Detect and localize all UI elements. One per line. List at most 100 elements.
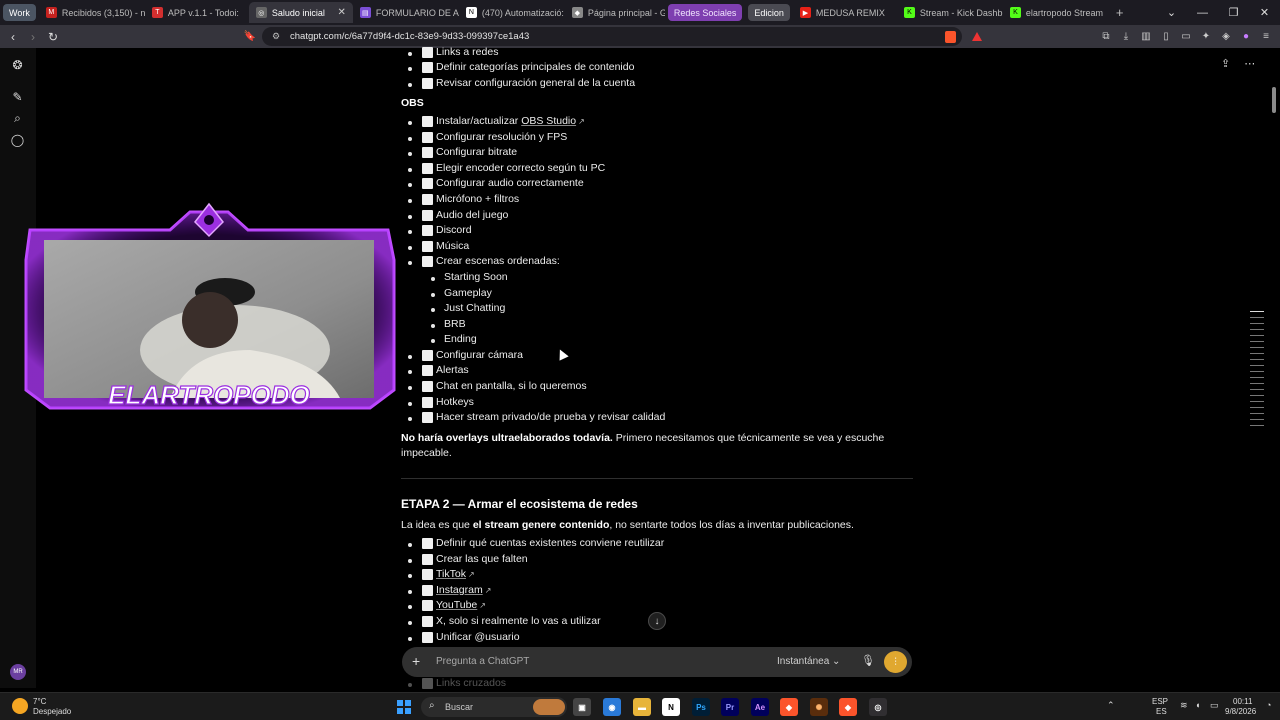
conversation-minimap[interactable] <box>1250 311 1264 431</box>
youtube-link[interactable]: YouTube <box>436 599 477 611</box>
checkbox-icon[interactable] <box>422 381 433 392</box>
instagram-link[interactable]: Instagram <box>436 584 483 596</box>
avatar[interactable]: MR <box>10 664 26 680</box>
checkbox-icon[interactable] <box>422 632 433 643</box>
wallet-icon[interactable]: ▭ <box>1178 27 1194 46</box>
url-field[interactable]: ⚙ chatgpt.com/c/6a77d9f4-dc1c-83e9-9d33-… <box>262 27 982 46</box>
checkbox-icon[interactable] <box>422 412 433 423</box>
checkbox-icon[interactable] <box>422 397 433 408</box>
chevron-up-icon[interactable]: ⌃ <box>1107 700 1115 711</box>
microphone-icon[interactable]: 🎙 <box>861 654 875 667</box>
tab-search-icon[interactable]: ⌄ <box>1156 0 1187 25</box>
clock-time[interactable]: 00:11 <box>1233 697 1252 706</box>
taskbar-search[interactable]: ⌕ Buscar <box>421 697 567 717</box>
tab-group-edicion[interactable]: Edicion <box>748 4 790 21</box>
leo-icon[interactable]: ✦ <box>1198 27 1214 46</box>
copilot-icon[interactable]: ◉ <box>603 698 621 716</box>
obs-link[interactable]: OBS Studio <box>521 115 576 127</box>
forward-icon[interactable]: › <box>23 27 43 47</box>
chat-bubble-icon[interactable]: ◯ <box>9 131 26 148</box>
obs-icon[interactable]: ◎ <box>869 698 887 716</box>
checkbox-icon[interactable] <box>422 616 433 627</box>
checkbox-icon[interactable] <box>422 350 433 361</box>
after-effects-icon[interactable]: Ae <box>751 698 769 716</box>
vpn-icon[interactable]: ◈ <box>1218 27 1234 46</box>
checkbox-icon[interactable] <box>422 600 433 611</box>
windows-start-icon[interactable] <box>395 698 413 716</box>
wifi-icon[interactable]: ≋ <box>1180 700 1188 711</box>
sidebar-toggle-icon[interactable]: ▯ <box>1158 27 1174 46</box>
profile-icon[interactable]: ● <box>1238 27 1254 46</box>
extensions-icon[interactable]: ⧉ <box>1098 27 1114 46</box>
notification-bell-icon[interactable]: ◔ <box>1266 700 1271 710</box>
weather-sun-icon[interactable] <box>12 698 28 714</box>
bookmark-icon[interactable]: 🔖 <box>240 27 260 47</box>
checkbox-icon[interactable] <box>422 538 433 549</box>
tab-chatgpt[interactable]: ◎ Saludo inicial ✕ <box>248 2 353 23</box>
scroll-down-button[interactable]: ↓ <box>648 612 666 630</box>
download-icon[interactable]: ⤓ <box>1118 27 1134 46</box>
checkbox-icon[interactable] <box>422 116 433 127</box>
tiktok-link[interactable]: TikTok <box>436 568 466 580</box>
brave-icon[interactable]: ◆ <box>839 698 857 716</box>
more-options-icon[interactable]: ⋯ <box>1244 57 1255 70</box>
reload-icon[interactable]: ↻ <box>43 27 63 47</box>
maximize-icon[interactable]: ❐ <box>1218 0 1249 25</box>
voice-mode-button[interactable]: ⫶ <box>884 651 907 673</box>
tab-group-redes[interactable]: Redes Sociales <box>667 4 743 21</box>
openai-logo-icon[interactable]: ❂ <box>9 56 26 73</box>
checkbox-icon[interactable] <box>422 178 433 189</box>
close-icon[interactable]: ✕ <box>337 7 345 18</box>
back-icon[interactable]: ‹ <box>3 27 23 47</box>
tab-notion[interactable]: N (470) Automatizació: <box>459 2 565 23</box>
checkbox-icon[interactable] <box>422 194 433 205</box>
premiere-icon[interactable]: Pr <box>721 698 739 716</box>
checkbox-icon[interactable] <box>422 47 433 58</box>
checkbox-icon[interactable] <box>422 163 433 174</box>
tab-kick-stream[interactable]: K elartropodo Stream <box>1003 2 1109 23</box>
tab-todoist[interactable]: T APP v.1.1 - Todoi: <box>145 2 249 23</box>
site-info-icon[interactable]: ⚙ <box>272 31 280 42</box>
checkbox-icon[interactable] <box>422 62 433 73</box>
notion-icon[interactable]: N <box>662 698 680 716</box>
checkbox-icon[interactable] <box>422 210 433 221</box>
brave-rewards-icon[interactable] <box>972 32 982 41</box>
minimize-icon[interactable]: — <box>1187 0 1218 25</box>
checkbox-icon[interactable] <box>422 585 433 596</box>
battery-icon[interactable]: ▭ <box>1210 700 1219 711</box>
checkbox-icon[interactable] <box>422 241 433 252</box>
tab-gmail[interactable]: M Recibidos (3,150) - n <box>39 2 145 23</box>
checkbox-icon[interactable] <box>422 256 433 267</box>
checkbox-icon[interactable] <box>422 554 433 565</box>
checkbox-icon[interactable] <box>422 678 433 689</box>
vertical-scrollbar[interactable] <box>1272 87 1276 113</box>
checkbox-icon[interactable] <box>422 225 433 236</box>
brave-icon[interactable]: ◆ <box>780 698 798 716</box>
checkbox-icon[interactable] <box>422 569 433 580</box>
volume-icon[interactable]: ◖ <box>1195 700 1200 710</box>
language-indicator[interactable]: ESP <box>1152 697 1168 706</box>
checkbox-icon[interactable] <box>422 78 433 89</box>
attach-plus-icon[interactable]: + <box>412 653 420 669</box>
new-chat-icon[interactable]: ✎ <box>9 88 26 105</box>
search-icon[interactable]: ⌕ <box>9 110 26 127</box>
menu-icon[interactable]: ≡ <box>1258 27 1274 46</box>
photoshop-icon[interactable]: Ps <box>692 698 710 716</box>
file-explorer-icon[interactable]: ▬ <box>633 698 651 716</box>
tab-form[interactable]: ▤ FORMULARIO DE AI <box>353 2 459 23</box>
model-selector[interactable]: Instantánea ⌄ <box>777 656 840 667</box>
brave-shields-icon[interactable] <box>945 30 956 43</box>
task-view-icon[interactable]: ▣ <box>573 698 591 716</box>
tab-pagina[interactable]: ◆ Página principal - Gi <box>565 2 665 23</box>
checkbox-icon[interactable] <box>422 365 433 376</box>
checkbox-icon[interactable] <box>422 147 433 158</box>
prompt-input[interactable]: Pregunta a ChatGPT <box>436 656 529 667</box>
share-icon[interactable]: ⇪ <box>1221 57 1230 70</box>
tab-kick-dashboard[interactable]: K Stream - Kick Dashb <box>897 2 1003 23</box>
new-tab-button[interactable]: + <box>1109 2 1133 23</box>
davinci-icon[interactable]: ✺ <box>810 698 828 716</box>
tab-group-work[interactable]: Work <box>3 4 36 21</box>
checkbox-icon[interactable] <box>422 132 433 143</box>
tab-youtube[interactable]: ▶ MEDUSA REMIX <box>793 2 897 23</box>
bookmarks-icon[interactable]: ▥ <box>1138 27 1154 46</box>
